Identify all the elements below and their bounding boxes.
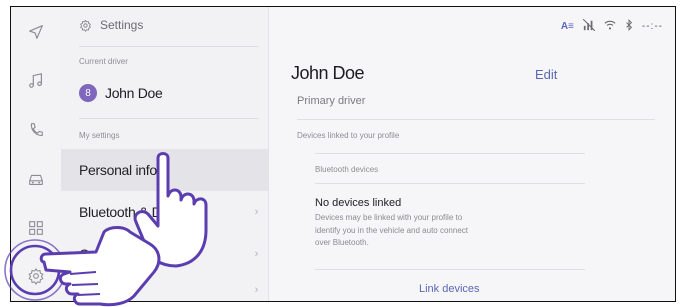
empty-divider: [315, 269, 585, 270]
status-bar: A≡ --:--: [560, 18, 663, 34]
driver-name: John Doe: [105, 85, 163, 101]
profile-role: Primary driver: [297, 95, 366, 107]
header-divider: [79, 46, 258, 47]
app-rail: [11, 7, 62, 301]
navigation-icon[interactable]: [25, 21, 47, 43]
infotainment-screen: Settings Current driver 8 John Doe My se…: [10, 6, 676, 302]
bluetooth-icon: [625, 19, 633, 34]
signal-off-icon: [582, 18, 596, 34]
clock: --:--: [641, 21, 663, 32]
chevron-right-icon: ›: [254, 206, 259, 218]
link-devices-button[interactable]: Link devices: [419, 283, 480, 295]
role-divider: [297, 119, 655, 120]
settings-header: Settings: [79, 18, 143, 32]
sidebar-item-label: Wi: [79, 282, 95, 298]
empty-state-text: Devices may be linked with your profile …: [315, 213, 468, 247]
chevron-right-icon: ›: [254, 284, 259, 296]
linked-devices-label: Devices linked to your profile: [297, 131, 400, 140]
bluetooth-devices-label: Bluetooth devices: [315, 165, 379, 174]
avatar: 8: [79, 84, 97, 102]
wifi-icon: [604, 19, 616, 34]
apps-icon[interactable]: [25, 217, 47, 239]
car-icon[interactable]: [25, 168, 47, 190]
driver-divider: [79, 118, 258, 119]
sidebar-item-wifi[interactable]: Wi ›: [61, 269, 268, 301]
sidebar-item-label: Bluetooth & D: [79, 204, 162, 220]
page-title: Settings: [100, 18, 144, 32]
sidebar-item-label: Personal info: [79, 162, 157, 178]
settings-list: Settings Current driver 8 John Doe My se…: [61, 7, 269, 301]
current-driver[interactable]: 8 John Doe: [79, 84, 163, 102]
chevron-right-icon: ›: [254, 248, 259, 260]
sidebar-item-label: C: [79, 246, 89, 262]
bluetooth-divider: [315, 183, 585, 184]
gear-icon: [80, 19, 91, 32]
linked-divider: [315, 153, 585, 154]
profile-detail: John Doe Edit Primary driver Devices lin…: [269, 7, 675, 301]
settings-icon[interactable]: [25, 265, 47, 287]
sidebar-item-personal-info[interactable]: Personal info: [61, 149, 268, 191]
empty-state-title: No devices linked: [315, 197, 402, 209]
sidebar-item-bluetooth[interactable]: Bluetooth & D ›: [61, 191, 268, 233]
phone-icon[interactable]: [25, 119, 47, 141]
my-settings-label: My settings: [79, 131, 120, 140]
current-driver-label: Current driver: [79, 57, 128, 66]
music-icon[interactable]: [25, 70, 47, 92]
profile-name: John Doe: [291, 63, 365, 83]
edit-button[interactable]: Edit: [535, 67, 557, 82]
text-size-indicator: A≡: [560, 21, 574, 32]
